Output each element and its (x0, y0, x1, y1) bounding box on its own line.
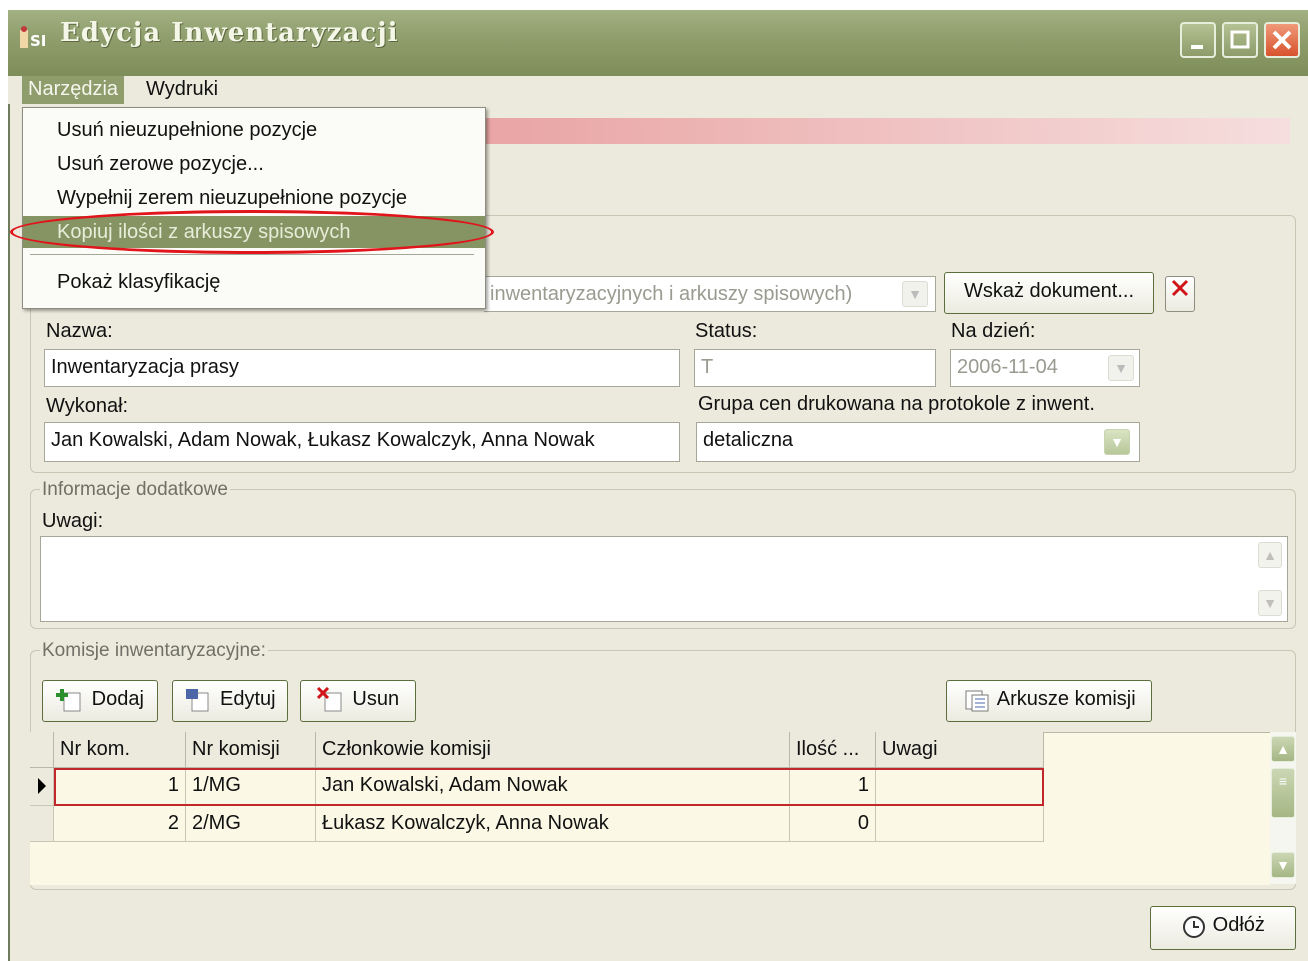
document-combo-text: inwentaryzacyjnych i arkuszy spisowych) (490, 283, 853, 305)
cell-uwagi (876, 806, 1044, 842)
add-icon (56, 688, 81, 712)
nazwa-label: Nazwa: (46, 320, 113, 342)
cell-nr: 2 (54, 806, 186, 842)
grid-scroll-thumb[interactable]: ≡ (1271, 768, 1295, 818)
cell-czlonkowie: Łukasz Kowalczyk, Anna Nowak (316, 806, 790, 842)
grid-corner (30, 732, 54, 768)
table-row[interactable]: 2 2/MG Łukasz Kowalczyk, Anna Nowak 0 (54, 806, 1044, 842)
col-nr-kom[interactable]: Nr kom. (54, 732, 186, 768)
menu-item-usun-zerowe[interactable]: Usuń zerowe pozycje... (23, 148, 485, 180)
dodaj-label: Dodaj (91, 688, 144, 710)
document-combo-arrow[interactable]: ▼ (902, 281, 928, 307)
row-indicator (30, 806, 54, 842)
col-nr-komisji[interactable]: Nr komisji (186, 732, 316, 768)
delete-icon (316, 686, 342, 712)
grupa-dropdown-arrow[interactable]: ▼ (1104, 429, 1130, 455)
status-field[interactable]: T (694, 349, 936, 387)
info-group-title: Informacje dodatkowe (40, 479, 230, 501)
uwagi-label: Uwagi: (42, 510, 104, 532)
col-czlonkowie[interactable]: Członkowie komisji (316, 732, 790, 768)
maximize-icon (1230, 30, 1250, 49)
close-icon (1272, 30, 1292, 50)
menu-item-pokaz-klasyfikacje[interactable]: Pokaż klasyfikację (23, 266, 485, 298)
minimize-button[interactable] (1180, 22, 1216, 58)
edit-icon (186, 688, 209, 712)
menu-narzedzia[interactable]: Narzędzia (22, 76, 125, 104)
clear-document-button[interactable] (1165, 276, 1195, 312)
date-value: 2006-11-04 (957, 356, 1058, 378)
app-icon: SI (18, 24, 58, 54)
highlight-annotation-ellipse (10, 210, 494, 254)
uwagi-scroll-down[interactable]: ▼ (1258, 590, 1282, 616)
grupa-value: detaliczna (703, 429, 794, 451)
wykonal-label: Wykonał: (46, 395, 129, 417)
uwagi-textarea[interactable] (40, 536, 1288, 622)
edytuj-label: Edytuj (219, 688, 276, 710)
menu-wydruki[interactable]: Wydruki (140, 76, 224, 104)
current-row-arrow-icon (38, 778, 46, 794)
cell-nr-komisji: 2/MG (186, 806, 316, 842)
clock-icon (1183, 915, 1206, 938)
grid-scroll-down[interactable]: ▼ (1271, 852, 1295, 878)
arkusze-label: Arkusze komisji (996, 688, 1136, 710)
grid-scroll-up[interactable]: ▲ (1271, 736, 1295, 762)
svg-text:SI: SI (30, 32, 46, 50)
dodaj-button[interactable]: Dodaj (42, 680, 158, 722)
odloz-button[interactable]: Odłóż (1150, 906, 1296, 950)
komisje-group-title: Komisje inwentaryzacyjne: (40, 640, 268, 662)
col-uwagi[interactable]: Uwagi (876, 732, 1044, 768)
odloz-label: Odłóż (1212, 914, 1265, 936)
usun-button[interactable]: Usun (300, 680, 416, 722)
grupa-label: Grupa cen drukowana na protokole z inwen… (698, 393, 1095, 415)
date-label: Na dzień: (951, 320, 1036, 342)
narzedzia-dropdown: Usuń nieuzupełnione pozycje Usuń zerowe … (22, 107, 486, 309)
grupa-combo[interactable]: detaliczna (696, 422, 1140, 462)
row-indicator (30, 768, 54, 806)
x-icon (1171, 279, 1189, 297)
window-title: Edycja Inwentaryzacji (60, 18, 399, 48)
date-dropdown-arrow[interactable]: ▼ (1108, 355, 1134, 381)
col-ilosc[interactable]: Ilość ... (790, 732, 876, 768)
document-combo[interactable]: inwentaryzacyjnych i arkuszy spisowych) (484, 276, 936, 312)
minimize-icon (1191, 45, 1203, 49)
menu-item-usun-nieuzupelnione[interactable]: Usuń nieuzupełnione pozycje (23, 114, 485, 146)
uwagi-scroll-up[interactable]: ▲ (1258, 542, 1282, 568)
edytuj-button[interactable]: Edytuj (172, 680, 288, 722)
close-button[interactable] (1264, 22, 1300, 58)
table-row[interactable]: 1 1/MG Jan Kowalski, Adam Nowak 1 (54, 768, 1044, 806)
cell-ilosc: 0 (790, 806, 876, 842)
status-strip (470, 118, 1290, 144)
arkusze-komisji-button[interactable]: Arkusze komisji (946, 680, 1152, 722)
wskaz-dokument-button[interactable]: Wskaż dokument... (944, 272, 1154, 314)
sheets-icon (965, 690, 989, 712)
nazwa-field[interactable]: Inwentaryzacja prasy (44, 349, 680, 387)
maximize-button[interactable] (1222, 22, 1258, 58)
menu-separator (30, 254, 474, 255)
status-label: Status: (695, 320, 758, 342)
wykonal-field[interactable]: Jan Kowalski, Adam Nowak, Łukasz Kowalcz… (44, 422, 680, 462)
usun-label: Usun (352, 688, 400, 710)
selected-row-outline (54, 768, 1044, 806)
